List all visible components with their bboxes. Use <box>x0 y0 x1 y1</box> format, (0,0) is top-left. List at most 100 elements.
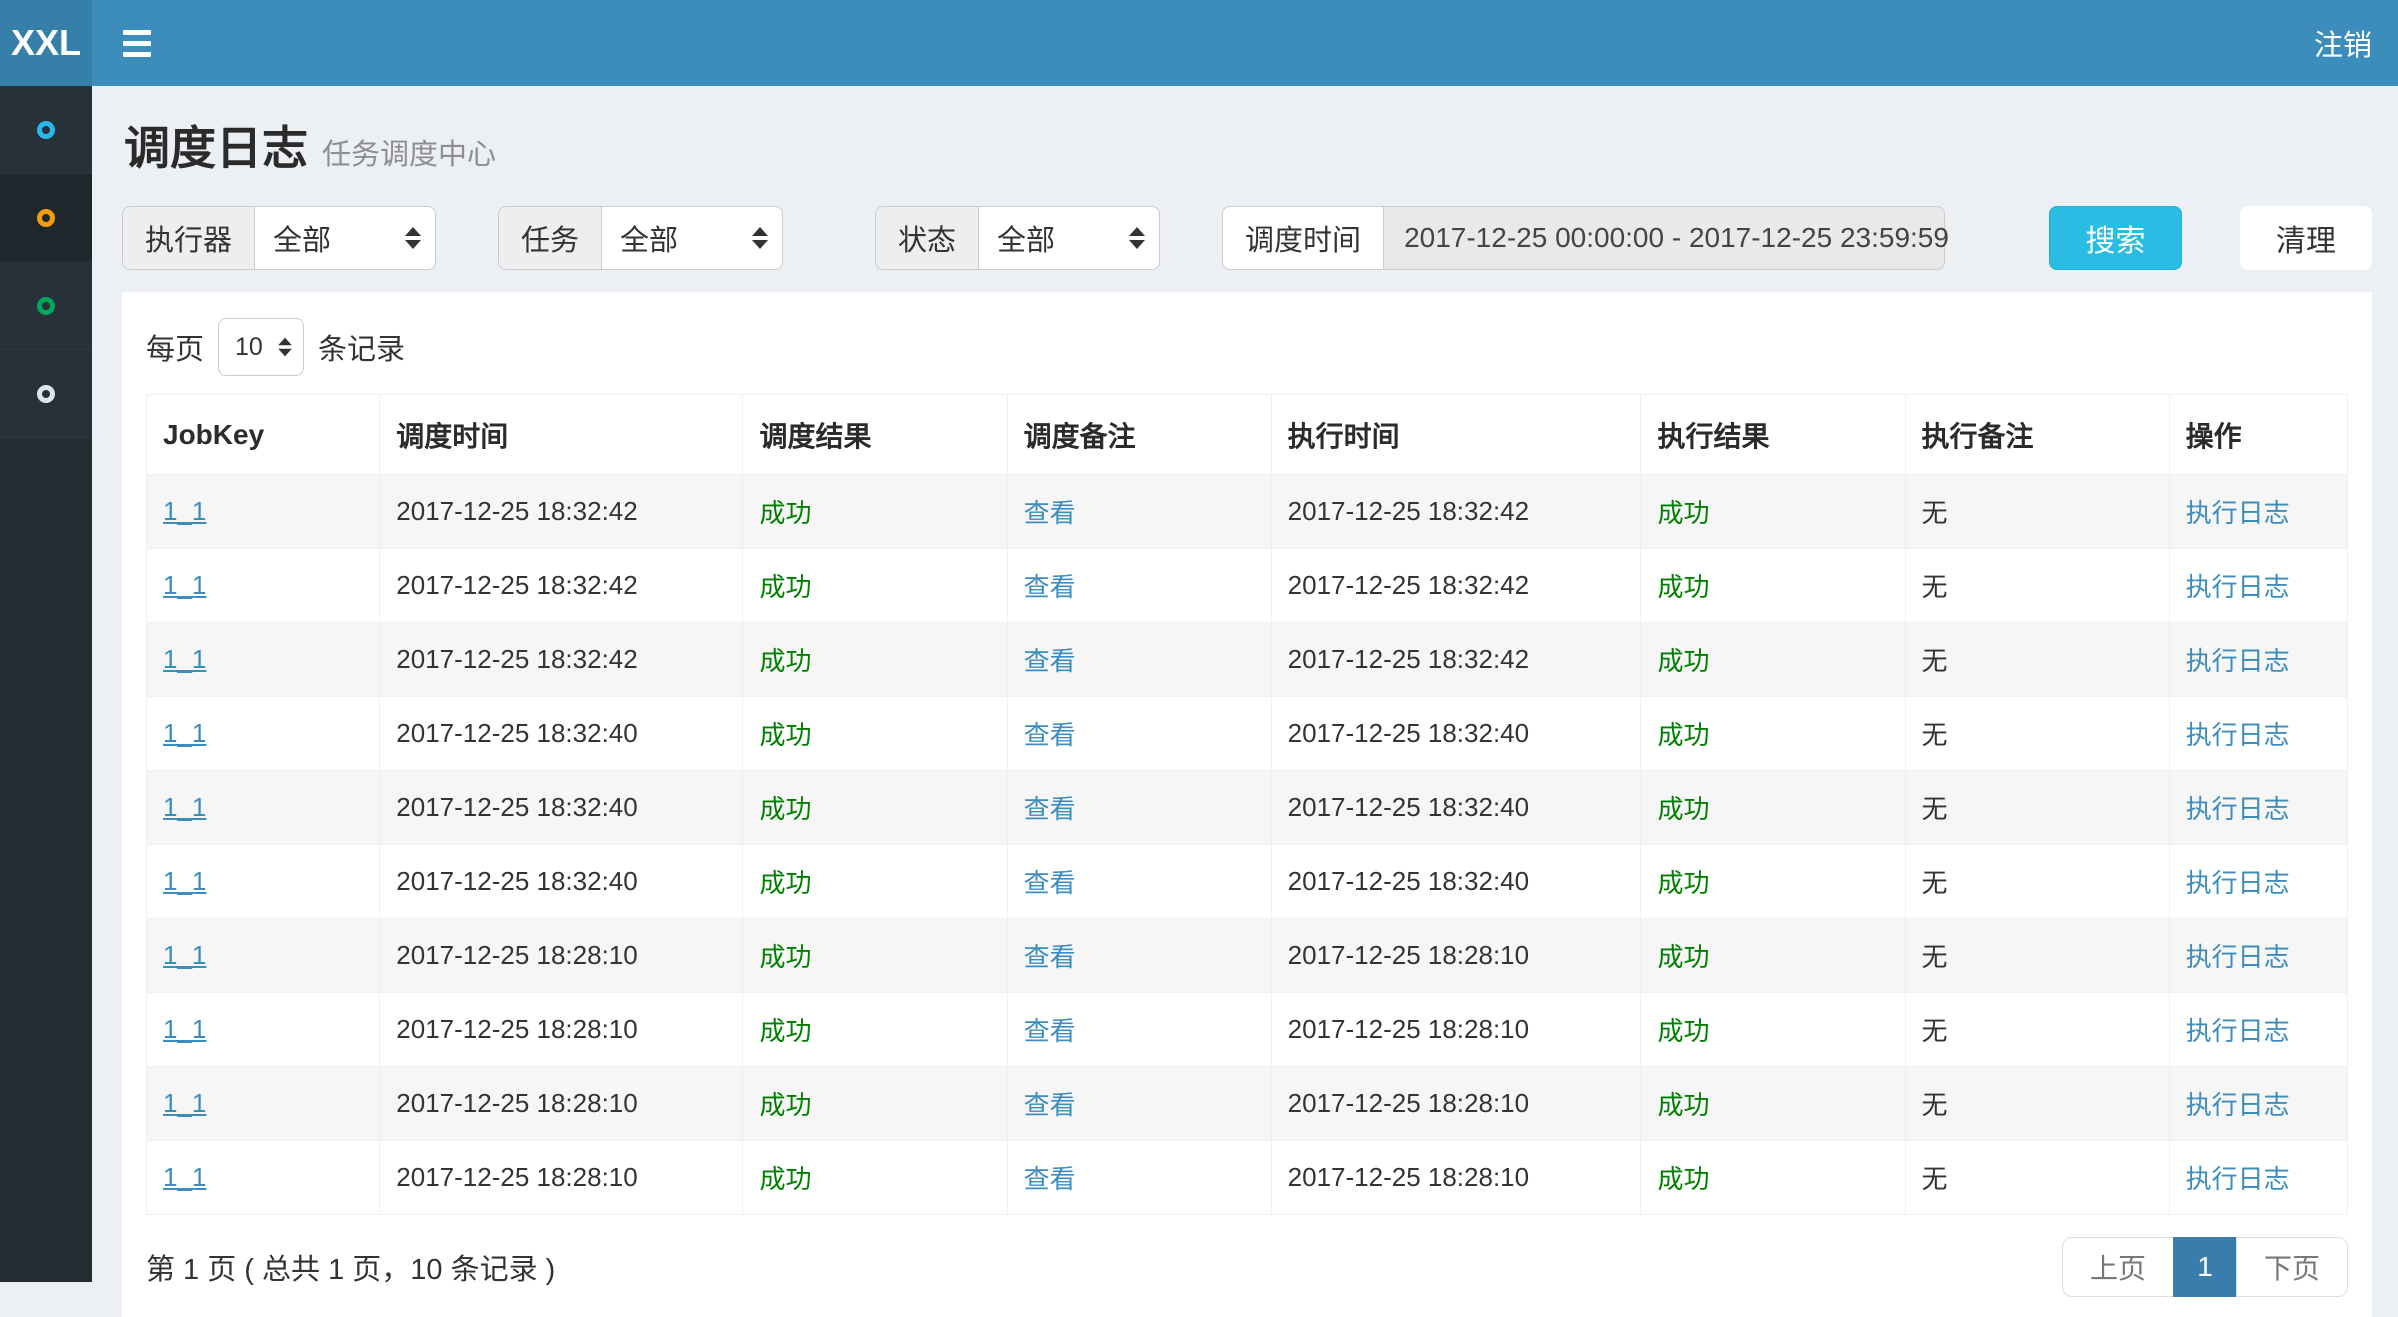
status-select-value: 全部 <box>997 217 1129 259</box>
handle-msg-cell: 无 <box>1922 1016 1948 1046</box>
handle-time-cell: 2017-12-25 18:28:10 <box>1288 1162 1529 1192</box>
execution-log-link[interactable]: 执行日志 <box>2186 720 2290 750</box>
filter-bar: 执行器 全部 任务 全部 状态 全部 调度时间 2017-12-25 00: <box>122 206 2372 270</box>
view-trigger-msg-link[interactable]: 查看 <box>1024 1016 1076 1046</box>
executor-filter-label: 执行器 <box>122 206 254 270</box>
handle-result-cell: 成功 <box>1657 868 1709 898</box>
view-trigger-msg-link[interactable]: 查看 <box>1024 572 1076 602</box>
sidebar-item-3[interactable] <box>0 262 92 350</box>
trigger-result-cell: 成功 <box>759 868 811 898</box>
table-row: 1_12017-12-25 18:32:42成功查看2017-12-25 18:… <box>147 475 2348 549</box>
sidebar-menu <box>0 86 92 438</box>
handle-result-cell: 成功 <box>1657 1016 1709 1046</box>
table-row: 1_12017-12-25 18:28:10成功查看2017-12-25 18:… <box>147 919 2348 993</box>
handle-msg-cell: 无 <box>1922 1090 1948 1120</box>
hamburger-icon <box>123 30 151 57</box>
column-header: 执行备注 <box>1905 395 2169 475</box>
jobkey-link[interactable]: 1_1 <box>163 718 206 748</box>
log-panel: 每页 10 条记录 JobKey调度时间调度结果调度备注执行时间执行结果执行备注… <box>122 292 2372 1317</box>
trigger-time-cell: 2017-12-25 18:32:40 <box>396 866 637 896</box>
trigger-time-filter-group: 调度时间 2017-12-25 00:00:00 - 2017-12-25 23… <box>1222 206 1945 270</box>
status-filter-group: 状态 全部 <box>875 206 1160 270</box>
column-header: JobKey <box>147 395 380 475</box>
column-header: 调度结果 <box>743 395 1007 475</box>
handle-result-cell: 成功 <box>1657 1164 1709 1194</box>
sidebar-item-2[interactable] <box>0 174 92 262</box>
per-page-select[interactable]: 10 <box>218 318 304 376</box>
trigger-time-cell: 2017-12-25 18:32:40 <box>396 792 637 822</box>
table-row: 1_12017-12-25 18:32:40成功查看2017-12-25 18:… <box>147 771 2348 845</box>
column-header: 调度备注 <box>1007 395 1271 475</box>
status-select[interactable]: 全部 <box>978 206 1160 270</box>
search-button[interactable]: 搜索 <box>2049 206 2182 270</box>
handle-msg-cell: 无 <box>1922 646 1948 676</box>
executor-select[interactable]: 全部 <box>254 206 436 270</box>
jobkey-link[interactable]: 1_1 <box>163 1088 206 1118</box>
execution-log-link[interactable]: 执行日志 <box>2186 1090 2290 1120</box>
log-table: JobKey调度时间调度结果调度备注执行时间执行结果执行备注操作 1_12017… <box>146 394 2348 1215</box>
job-select[interactable]: 全部 <box>601 206 783 270</box>
view-trigger-msg-link[interactable]: 查看 <box>1024 868 1076 898</box>
circle-icon <box>37 121 55 139</box>
app-logo[interactable]: XXL <box>0 0 92 86</box>
trigger-time-cell: 2017-12-25 18:32:42 <box>396 644 637 674</box>
execution-log-link[interactable]: 执行日志 <box>2186 794 2290 824</box>
job-filter-group: 任务 全部 <box>498 206 783 270</box>
handle-time-cell: 2017-12-25 18:32:40 <box>1288 866 1529 896</box>
jobkey-link[interactable]: 1_1 <box>163 792 206 822</box>
column-header: 调度时间 <box>380 395 743 475</box>
current-page-button[interactable]: 1 <box>2173 1237 2237 1297</box>
handle-time-cell: 2017-12-25 18:32:42 <box>1288 570 1529 600</box>
jobkey-link[interactable]: 1_1 <box>163 1014 206 1044</box>
view-trigger-msg-link[interactable]: 查看 <box>1024 794 1076 824</box>
sidebar <box>0 86 92 1282</box>
handle-msg-cell: 无 <box>1922 720 1948 750</box>
prev-page-button[interactable]: 上页 <box>2062 1237 2174 1297</box>
view-trigger-msg-link[interactable]: 查看 <box>1024 646 1076 676</box>
handle-result-cell: 成功 <box>1657 1090 1709 1120</box>
execution-log-link[interactable]: 执行日志 <box>2186 868 2290 898</box>
handle-result-cell: 成功 <box>1657 942 1709 972</box>
view-trigger-msg-link[interactable]: 查看 <box>1024 720 1076 750</box>
clear-button[interactable]: 清理 <box>2240 206 2372 270</box>
view-trigger-msg-link[interactable]: 查看 <box>1024 1090 1076 1120</box>
circle-icon <box>37 209 55 227</box>
trigger-time-cell: 2017-12-25 18:28:10 <box>396 1162 637 1192</box>
next-page-button[interactable]: 下页 <box>2236 1237 2348 1297</box>
jobkey-link[interactable]: 1_1 <box>163 644 206 674</box>
jobkey-link[interactable]: 1_1 <box>163 570 206 600</box>
handle-time-cell: 2017-12-25 18:32:40 <box>1288 792 1529 822</box>
handle-msg-cell: 无 <box>1922 1164 1948 1194</box>
logout-link[interactable]: 注销 <box>2288 0 2398 86</box>
execution-log-link[interactable]: 执行日志 <box>2186 1164 2290 1194</box>
execution-log-link[interactable]: 执行日志 <box>2186 646 2290 676</box>
trigger-time-cell: 2017-12-25 18:28:10 <box>396 1014 637 1044</box>
table-row: 1_1 2017-12-25 18:28:10 成功 查看 2017-12-25 18:… <box>147 1141 2348 1215</box>
jobkey-link[interactable]: 1_1 <box>163 940 206 970</box>
view-trigger-msg-link[interactable]: 查看 <box>1024 1164 1076 1194</box>
handle-msg-cell: 无 <box>1922 942 1948 972</box>
per-page-prefix-label: 每页 <box>146 326 204 368</box>
jobkey-link[interactable]: 1_1 <box>163 496 206 526</box>
sidebar-item-4[interactable] <box>0 350 92 438</box>
sidebar-toggle-button[interactable] <box>92 0 182 86</box>
circle-icon <box>37 385 55 403</box>
trigger-time-range-input[interactable]: 2017-12-25 00:00:00 - 2017-12-25 23:59:5… <box>1383 206 1945 270</box>
trigger-result-cell: 成功 <box>759 1090 811 1120</box>
handle-msg-cell: 无 <box>1922 498 1948 528</box>
sidebar-item-1[interactable] <box>0 86 92 174</box>
execution-log-link[interactable]: 执行日志 <box>2186 572 2290 602</box>
top-navbar: XXL 注销 <box>0 0 2398 86</box>
jobkey-link[interactable]: 1_1 <box>163 1162 206 1192</box>
content-header: 调度日志任务调度中心 <box>122 86 2372 182</box>
handle-result-cell: 成功 <box>1657 720 1709 750</box>
main-content: 调度日志任务调度中心 执行器 全部 任务 全部 状态 全部 <box>92 86 2398 1282</box>
view-trigger-msg-link[interactable]: 查看 <box>1024 498 1076 528</box>
execution-log-link[interactable]: 执行日志 <box>2186 1016 2290 1046</box>
panel-footer: 第 1 页 ( 总共 1 页，10 条记录 ) 上页 1 下页 <box>146 1237 2348 1297</box>
circle-icon <box>37 297 55 315</box>
jobkey-link[interactable]: 1_1 <box>163 866 206 896</box>
view-trigger-msg-link[interactable]: 查看 <box>1024 942 1076 972</box>
execution-log-link[interactable]: 执行日志 <box>2186 498 2290 528</box>
execution-log-link[interactable]: 执行日志 <box>2186 942 2290 972</box>
